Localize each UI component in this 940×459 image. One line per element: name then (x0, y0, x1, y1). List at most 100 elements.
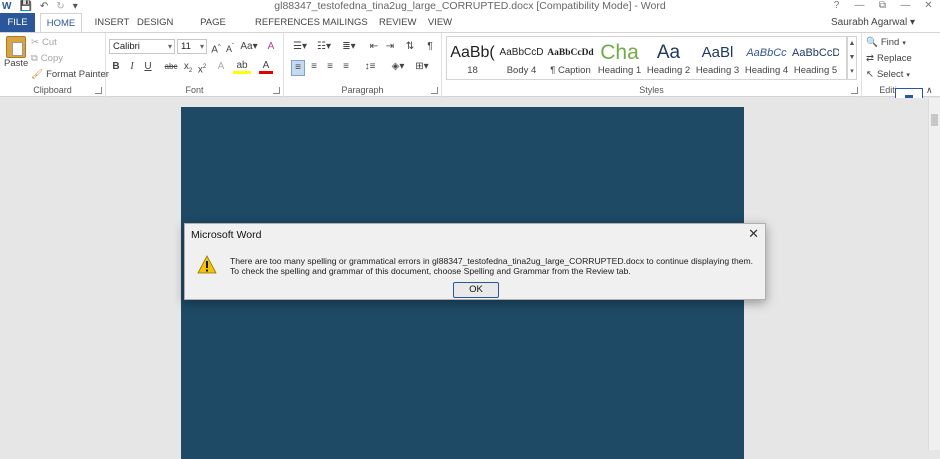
clear-formatting-icon[interactable]: A (264, 40, 278, 54)
style-preview: AaBbCc (746, 47, 787, 59)
tab-mailings[interactable]: MAILINGS (322, 13, 368, 32)
collapse-ribbon-icon[interactable]: ∧ (926, 85, 933, 96)
line-spacing-icon[interactable]: ↕≡ (360, 60, 380, 74)
numbering-icon[interactable]: ☷▾ (314, 40, 334, 54)
font-size-select[interactable]: 11 (177, 39, 207, 54)
vertical-scrollbar[interactable] (928, 98, 940, 450)
find-button[interactable]: 🔍 Find ▾ (866, 37, 906, 48)
tab-review[interactable]: REVIEW (379, 13, 416, 32)
style-preview: AaBb( (450, 44, 495, 61)
style-caption[interactable]: AaBbCcDd ¶ Caption (547, 41, 594, 81)
scrollbar-thumb[interactable] (931, 114, 938, 126)
style-name: Heading 3 (695, 65, 740, 76)
copy-icon: ⧉ (31, 53, 38, 64)
style-heading-5[interactable]: AaBbCcD Heading 5 (792, 41, 839, 81)
font-family-select[interactable]: Calibri (109, 39, 175, 54)
user-account[interactable]: Saurabh Agarwal ▾ (831, 13, 915, 32)
style-body-4[interactable]: AaBbCcD Body 4 (498, 41, 545, 81)
paragraph-launcher-icon[interactable] (431, 87, 438, 94)
multilevel-list-icon[interactable]: ≣▾ (339, 40, 359, 54)
format-painter-label: Format Painter (46, 69, 109, 80)
italic-icon[interactable]: I (125, 60, 139, 74)
window-title: gl88347_testofedna_tina2ug_large_CORRUPT… (274, 0, 666, 12)
tab-page-layout[interactable]: PAGE LAYOUT (183, 13, 243, 47)
clipboard-group-label: Clipboard (33, 85, 72, 95)
justify-icon[interactable]: ≡ (339, 60, 353, 74)
tab-file[interactable]: FILE (0, 13, 35, 32)
decrease-indent-icon[interactable]: ⇤ (367, 40, 381, 54)
style-heading-2[interactable]: Aa Heading 2 (645, 41, 692, 81)
ribbon: Paste ✂ Cut ⧉ Copy 🖌 Format Painter Clipboa… (0, 32, 940, 97)
style-name: Heading 1 (597, 65, 642, 76)
cut-button[interactable]: ✂ Cut (31, 37, 57, 48)
borders-icon[interactable]: ⊞▾ (412, 60, 432, 74)
cursor-icon: ↖ (866, 69, 874, 80)
tab-view[interactable]: VIEW (425, 13, 455, 32)
replace-icon: ⇄ (866, 53, 874, 64)
title-bar: W 💾 ↶ ↻ ▾ gl88347_testofedna_tina2ug_lar… (0, 0, 940, 13)
paste-button[interactable]: Paste (4, 36, 28, 69)
dialog-close-icon[interactable]: ✕ (748, 226, 759, 242)
change-case-icon[interactable]: Aa▾ (239, 40, 259, 54)
replace-button[interactable]: ⇄ Replace (866, 53, 912, 64)
font-launcher-icon[interactable] (273, 87, 280, 94)
style-preview: Aa (656, 42, 681, 63)
align-center-icon[interactable]: ≡ (307, 60, 321, 74)
replace-label: Replace (876, 53, 912, 64)
bold-icon[interactable]: B (109, 60, 123, 74)
font-group: Calibri 11 A^ Aˇ Aa▾ A B I U abc x2 x2 A… (106, 33, 284, 97)
subscript-icon[interactable]: x2 (181, 60, 195, 78)
styles-launcher-icon[interactable] (851, 87, 858, 94)
highlight-color-icon[interactable]: ab (233, 60, 251, 74)
align-left-icon[interactable]: ≡ (291, 60, 305, 76)
style-heading-4[interactable]: AaBbCc Heading 4 (743, 41, 790, 81)
clipboard-launcher-icon[interactable] (95, 87, 102, 94)
style-name: Heading 4 (744, 65, 789, 76)
ok-button[interactable]: OK (453, 282, 499, 298)
grow-font-icon[interactable]: A^ (209, 40, 223, 57)
font-color-icon[interactable]: A (259, 60, 273, 74)
style-heading-1[interactable]: Cha Heading 1 (596, 41, 643, 81)
warning-icon (197, 255, 217, 274)
style-preview: Cha (600, 41, 639, 64)
strikethrough-icon[interactable]: abc (162, 60, 180, 74)
style-name: Heading 2 (646, 65, 691, 76)
paragraph-group-label: Paragraph (341, 85, 384, 95)
style-18[interactable]: AaBb( 18 (449, 41, 496, 81)
minimize-icon[interactable]: — (894, 0, 917, 12)
tab-references[interactable]: REFERENCES (255, 13, 320, 32)
style-preview: AaBl (701, 44, 734, 61)
underline-icon[interactable]: U (141, 60, 155, 74)
tab-insert[interactable]: INSERT (92, 13, 132, 32)
window-controls: ? — ⧉ — ✕ (825, 0, 940, 12)
style-name: 18 (467, 65, 478, 76)
text-effects-icon[interactable]: A (214, 60, 228, 74)
ribbon-display-icon[interactable]: — (848, 0, 871, 12)
tab-design[interactable]: DESIGN (137, 13, 173, 32)
copy-button[interactable]: ⧉ Copy (31, 53, 63, 64)
font-group-label: Font (185, 85, 204, 95)
style-name: Heading 5 (793, 65, 838, 76)
shrink-font-icon[interactable]: Aˇ (223, 40, 237, 56)
styles-scroll[interactable]: ▲ ▼ ▾ (847, 36, 857, 80)
styles-gallery: AaBb(18 AaBbCcD Body 4 AaBbCcDd ¶ Caption … (446, 36, 847, 80)
help-icon[interactable]: ? (825, 0, 848, 12)
bullets-icon[interactable]: ☰▾ (290, 40, 310, 54)
cut-icon: ✂ (31, 37, 39, 48)
style-name: ¶ Caption (550, 65, 591, 76)
increase-indent-icon[interactable]: ⇥ (383, 40, 397, 54)
shading-icon[interactable]: ◈▾ (388, 60, 408, 74)
style-heading-3[interactable]: AaBl Heading 3 (694, 41, 741, 81)
style-preview: AaBbCcD (499, 47, 544, 58)
format-painter-button[interactable]: 🖌 Format Painter (31, 69, 109, 80)
close-window-icon[interactable]: ✕ (917, 0, 940, 12)
clipboard-group: Paste ✂ Cut ⧉ Copy 🖌 Format Painter Clipboa… (0, 33, 109, 97)
show-formatting-icon[interactable]: ¶ (423, 40, 437, 54)
select-button[interactable]: ↖ Select ▾ (866, 69, 910, 80)
style-name: Body 4 (506, 65, 537, 76)
sort-icon[interactable]: ⇅ (403, 40, 417, 54)
tab-home[interactable]: HOME (40, 13, 82, 33)
align-right-icon[interactable]: ≡ (323, 60, 337, 74)
restore-icon[interactable]: ⧉ (871, 0, 894, 12)
superscript-icon[interactable]: x2 (195, 60, 209, 77)
